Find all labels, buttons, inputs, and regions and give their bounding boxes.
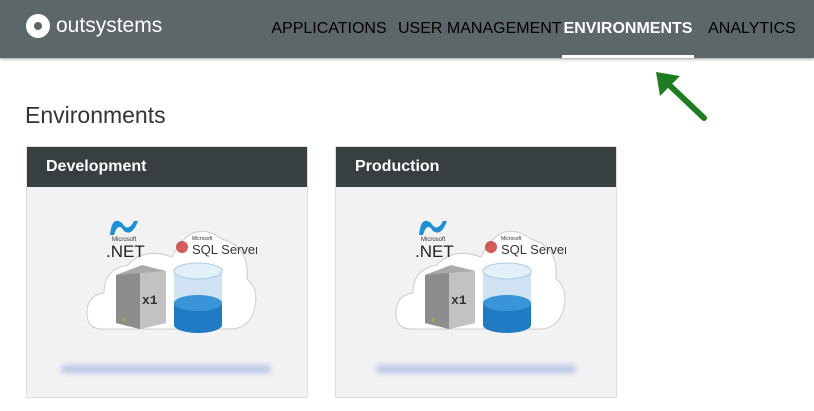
environment-name: Development <box>27 147 307 187</box>
environment-card-production[interactable]: Production Microsoft .NET Microsoft SQL … <box>335 146 617 398</box>
database-icon <box>482 262 532 333</box>
server-icon: x1 <box>425 265 475 329</box>
logo-icon <box>26 14 50 38</box>
svg-text:SQL Server: SQL Server <box>192 242 257 257</box>
svg-text:.NET: .NET <box>106 242 145 261</box>
top-navigation-bar: outsystems APPLICATIONS USER MANAGEMENT … <box>0 0 814 58</box>
environment-illustration: Microsoft .NET Microsoft SQL Server x1 <box>86 220 257 333</box>
annotation-arrow-icon <box>656 72 707 121</box>
environment-hostname-redacted <box>376 365 576 373</box>
nav-applications[interactable]: APPLICATIONS <box>268 0 390 58</box>
database-icon <box>173 262 223 333</box>
environment-hostname-redacted <box>61 365 271 373</box>
page-title: Environments <box>25 102 166 128</box>
server-count: x1 <box>451 293 467 308</box>
environment-card-development[interactable]: Development Microsoft .NET Microsoft SQL… <box>26 146 308 398</box>
dotnet-logo-icon: Microsoft .NET <box>415 220 454 261</box>
server-icon: x1 <box>116 265 166 329</box>
nav-analytics[interactable]: ANALYTICS <box>702 0 802 58</box>
brand-name: outsystems <box>56 14 163 37</box>
nav-environments[interactable]: ENVIRONMENTS <box>562 0 694 58</box>
environment-name: Production <box>336 147 616 187</box>
dotnet-logo-icon: Microsoft .NET <box>106 220 145 261</box>
server-count: x1 <box>142 293 158 308</box>
nav-user-management[interactable]: USER MANAGEMENT <box>398 0 562 58</box>
outsystems-logo[interactable]: outsystems <box>26 14 162 38</box>
environment-illustration: Microsoft .NET Microsoft SQL Server x1 <box>395 220 566 333</box>
svg-text:SQL Server: SQL Server <box>501 242 566 257</box>
svg-text:.NET: .NET <box>415 242 454 261</box>
